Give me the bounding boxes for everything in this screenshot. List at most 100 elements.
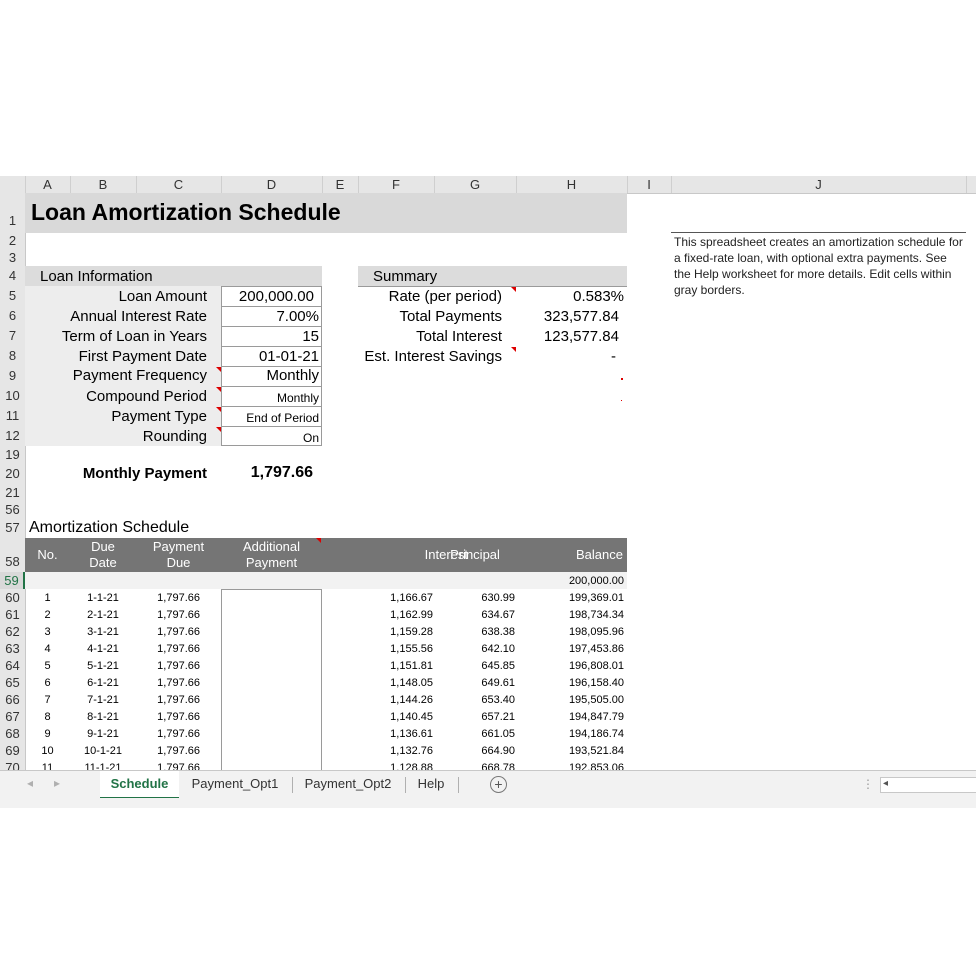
comment-indicator-icon[interactable]: [621, 378, 623, 380]
row-header-61[interactable]: 61: [0, 606, 25, 624]
column-header-h[interactable]: H: [516, 176, 628, 193]
split-handle-icon[interactable]: ⋮: [862, 777, 874, 791]
row-header-6[interactable]: 6: [0, 306, 25, 327]
payment-frequency-select[interactable]: Monthly: [266, 367, 319, 384]
row-header-9[interactable]: 9: [0, 366, 25, 387]
row-header-5[interactable]: 5: [0, 286, 25, 307]
row-header-3[interactable]: 3: [0, 249, 25, 267]
column-header-b[interactable]: B: [70, 176, 137, 193]
input-divider: [221, 426, 322, 427]
comment-indicator-icon[interactable]: [216, 427, 221, 432]
schedule-row-no: 7: [44, 694, 51, 706]
row-header-21[interactable]: 21: [0, 485, 25, 502]
column-header-d[interactable]: D: [221, 176, 323, 193]
tab-separator: [405, 777, 406, 793]
schedule-row-principal: 661.05: [481, 728, 515, 740]
column-header-f[interactable]: F: [358, 176, 435, 193]
schedule-row-principal: 649.61: [481, 677, 515, 689]
row-header-66[interactable]: 66: [0, 691, 25, 709]
column-header-a[interactable]: A: [25, 176, 71, 193]
schedule-row-no: 1: [44, 592, 51, 604]
tab-payment-opt1[interactable]: Payment_Opt1: [184, 771, 286, 797]
row-header-7[interactable]: 7: [0, 326, 25, 347]
row-header-63[interactable]: 63: [0, 640, 25, 658]
row-header-65[interactable]: 65: [0, 674, 25, 692]
row-header-12[interactable]: 12: [0, 426, 25, 447]
tab-scroll-right-icon[interactable]: ▸: [54, 776, 60, 790]
loan-term-input[interactable]: 15: [302, 328, 319, 345]
row-header-57[interactable]: 57: [0, 518, 25, 539]
interest-rate-label: Annual Interest Rate: [70, 308, 207, 325]
column-header-i[interactable]: I: [627, 176, 672, 193]
row-header-4[interactable]: 4: [0, 266, 25, 287]
input-divider: [221, 386, 322, 387]
schedule-row-date: 7-1-21: [87, 694, 119, 706]
row-header-2[interactable]: 2: [0, 233, 25, 250]
rounding-select[interactable]: On: [303, 431, 319, 445]
comment-indicator-icon[interactable]: [621, 400, 622, 401]
row-header-19[interactable]: 19: [0, 446, 25, 464]
row-header-62[interactable]: 62: [0, 623, 25, 641]
comment-indicator-icon[interactable]: [316, 538, 321, 543]
tab-scroll-left-icon[interactable]: ◂: [27, 776, 33, 790]
column-header-c[interactable]: C: [136, 176, 222, 193]
row-header-20[interactable]: 20: [0, 463, 25, 486]
row-header-1[interactable]: 1: [0, 193, 25, 234]
schedule-row-payment: 1,797.66: [157, 643, 200, 655]
row-header-56[interactable]: 56: [0, 501, 25, 519]
schedule-row-balance: 197,453.86: [568, 643, 624, 655]
header-additional-line2: Payment: [245, 555, 298, 570]
row-header-60[interactable]: 60: [0, 589, 25, 607]
header-balance: Balance: [576, 547, 623, 562]
schedule-row-date: 6-1-21: [87, 677, 119, 689]
add-sheet-icon[interactable]: +: [490, 776, 507, 793]
payment-type-select[interactable]: End of Period: [246, 411, 319, 425]
interest-savings-value: -: [611, 348, 616, 365]
schedule-row-balance: 193,521.84: [568, 745, 624, 757]
schedule-row-payment: 1,797.66: [157, 711, 200, 723]
page-title[interactable]: Loan Amortization Schedule: [31, 199, 341, 226]
comment-indicator-icon[interactable]: [216, 407, 221, 412]
sheet-tab-bar: ◂ ▸ Schedule Payment_Opt1 Payment_Opt2 H…: [0, 770, 976, 799]
comment-indicator-icon[interactable]: [216, 387, 221, 392]
horizontal-scrollbar[interactable]: ◂: [880, 777, 976, 793]
row-header-59[interactable]: 59: [0, 572, 25, 590]
row-header-10[interactable]: 10: [0, 386, 25, 407]
scroll-left-arrow-icon[interactable]: ◂: [883, 778, 888, 789]
comment-indicator-icon[interactable]: [511, 347, 516, 352]
schedule-row-balance: 196,158.40: [568, 677, 624, 689]
row-header-69[interactable]: 69: [0, 742, 25, 760]
row-header-64[interactable]: 64: [0, 657, 25, 675]
loan-amount-input[interactable]: 200,000.00: [239, 288, 314, 305]
column-header-g[interactable]: G: [434, 176, 517, 193]
schedule-title: Amortization Schedule: [29, 519, 190, 536]
row-header-8[interactable]: 8: [0, 346, 25, 367]
row-header-68[interactable]: 68: [0, 725, 25, 743]
tab-help[interactable]: Help: [410, 771, 452, 797]
row-header-11[interactable]: 11: [0, 406, 25, 427]
schedule-row-date: 9-1-21: [87, 728, 119, 740]
schedule-row-interest: 1,140.45: [390, 711, 433, 723]
row-header-58[interactable]: 58: [0, 538, 25, 573]
summary-divider: [358, 286, 627, 287]
input-divider: [221, 406, 322, 407]
schedule-row-balance: 195,505.00: [568, 694, 624, 706]
additional-payment-input-column[interactable]: [221, 589, 322, 780]
first-payment-date-input[interactable]: 01-01-21: [259, 348, 319, 365]
tab-schedule[interactable]: Schedule: [100, 771, 179, 799]
monthly-payment-value: 1,797.66: [250, 464, 313, 481]
comment-indicator-icon[interactable]: [511, 287, 516, 292]
schedule-row-date: 1-1-21: [87, 592, 119, 604]
compound-period-select[interactable]: Monthly: [277, 391, 319, 405]
column-header-j[interactable]: J: [671, 176, 967, 193]
comment-indicator-icon[interactable]: [216, 367, 221, 372]
row-header-67[interactable]: 67: [0, 708, 25, 726]
description-text[interactable]: This spreadsheet creates an amortization…: [674, 234, 964, 298]
interest-rate-input[interactable]: 7.00%: [276, 308, 319, 325]
tab-payment-opt2[interactable]: Payment_Opt2: [297, 771, 399, 797]
select-all-corner[interactable]: [0, 176, 26, 193]
total-payments-value: 323,577.84: [543, 308, 619, 325]
schedule-row-payment: 1,797.66: [157, 745, 200, 757]
column-header-e[interactable]: E: [322, 176, 359, 193]
tab-separator: [458, 777, 459, 793]
